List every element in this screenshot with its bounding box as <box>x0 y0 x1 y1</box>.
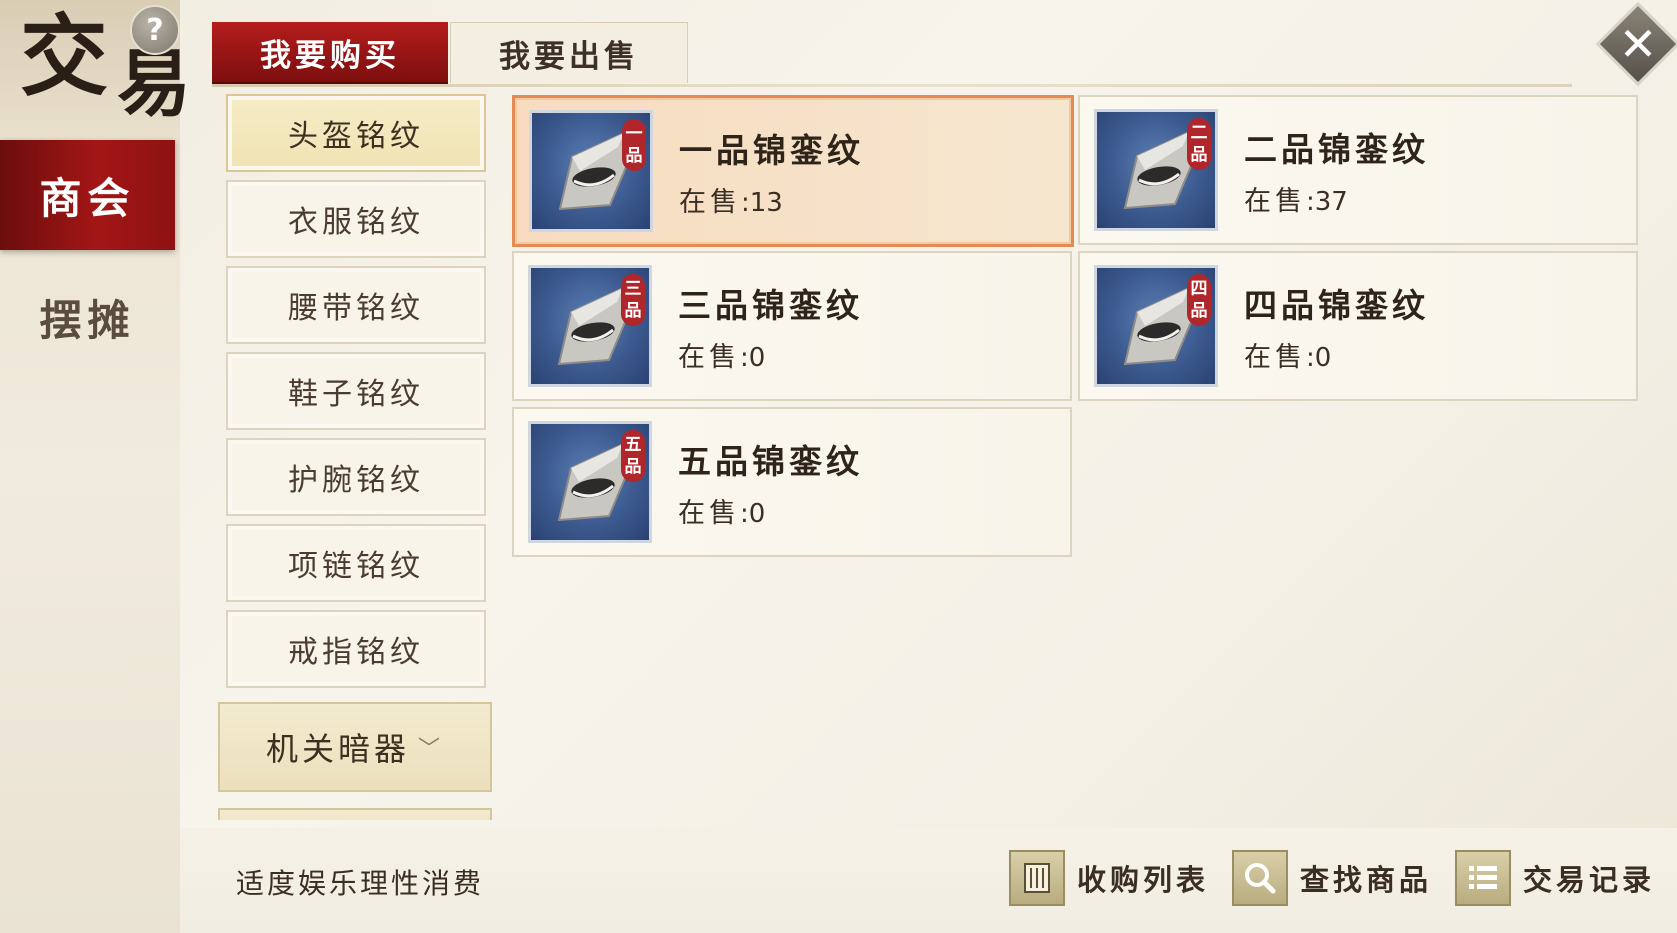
category-label: 项链铭纹 <box>288 549 424 584</box>
category-group-next[interactable] <box>218 808 492 820</box>
category-group-hidden-weapons[interactable]: 机关暗器 ﹀ <box>218 702 492 792</box>
item-sale-count: 在售:37 <box>1244 186 1348 217</box>
trade-record-button[interactable]: 交易记录 <box>1455 848 1655 908</box>
category-item-bracer[interactable]: 护腕铭纹 <box>226 438 486 516</box>
item-name: 一品锦銮纹 <box>679 131 864 170</box>
action-label: 收购列表 <box>1077 863 1210 897</box>
item-name: 二品锦銮纹 <box>1244 130 1429 169</box>
category-label: 头盔铭纹 <box>288 119 424 154</box>
help-button[interactable]: ? <box>130 5 180 55</box>
close-icon: ✕ <box>1618 17 1658 71</box>
title-char-1: 交 <box>20 4 109 108</box>
item-card[interactable]: 一品 一品锦銮纹 在售:13 <box>512 95 1074 247</box>
close-button[interactable]: ✕ <box>1595 1 1677 87</box>
category-label: 鞋子铭纹 <box>288 377 424 412</box>
item-sale-count: 在售:13 <box>679 187 783 218</box>
category-label: 衣服铭纹 <box>288 205 424 240</box>
inscription-item-icon: 一品 <box>529 110 653 232</box>
category-item-clothes[interactable]: 衣服铭纹 <box>226 180 486 258</box>
category-item-shoes[interactable]: 鞋子铭纹 <box>226 352 486 430</box>
item-card[interactable]: 二品 二品锦銮纹 在售:37 <box>1078 95 1638 245</box>
grade-badge: 五品 <box>621 430 645 482</box>
category-label: 戒指铭纹 <box>288 635 424 670</box>
category-label: 护腕铭纹 <box>288 463 424 498</box>
inscription-item-icon: 五品 <box>528 421 652 543</box>
grade-badge: 二品 <box>1187 118 1211 170</box>
item-card[interactable]: 四品 四品锦銮纹 在售:0 <box>1078 251 1638 401</box>
item-name: 三品锦銮纹 <box>678 286 863 325</box>
item-sale-count: 在售:0 <box>1244 342 1332 373</box>
item-card[interactable]: 三品 三品锦銮纹 在售:0 <box>512 251 1072 401</box>
item-card[interactable]: 五品 五品锦銮纹 在售:0 <box>512 407 1072 557</box>
category-list: 头盔铭纹 衣服铭纹 腰带铭纹 鞋子铭纹 护腕铭纹 项链铭纹 戒指铭纹 机关暗器 … <box>214 90 494 820</box>
category-item-necklace[interactable]: 项链铭纹 <box>226 524 486 602</box>
category-group-label: 机关暗器 <box>265 730 410 768</box>
item-name: 五品锦銮纹 <box>678 442 863 481</box>
list-icon <box>1455 850 1511 906</box>
health-notice: 适度娱乐理性消费 <box>236 867 485 900</box>
category-item-belt[interactable]: 腰带铭纹 <box>226 266 486 344</box>
action-label: 交易记录 <box>1523 863 1656 897</box>
category-label: 腰带铭纹 <box>288 291 424 326</box>
search-goods-button[interactable]: 查找商品 <box>1232 848 1432 908</box>
tab-buy[interactable]: 我要购买 <box>212 22 448 86</box>
side-tab-stall[interactable]: 摆摊 <box>0 262 175 372</box>
side-tab-label: 摆摊 <box>39 295 136 345</box>
item-name: 四品锦銮纹 <box>1244 286 1429 325</box>
inscription-item-icon: 三品 <box>528 265 652 387</box>
side-tab-label: 商会 <box>39 173 136 223</box>
scroll-icon <box>1009 850 1065 906</box>
action-label: 查找商品 <box>1300 863 1433 897</box>
grade-badge: 四品 <box>1187 274 1211 326</box>
category-item-helmet[interactable]: 头盔铭纹 <box>226 94 486 172</box>
help-icon: ? <box>146 12 164 48</box>
purchase-list-button[interactable]: 收购列表 <box>1009 848 1209 908</box>
category-item-ring[interactable]: 戒指铭纹 <box>226 610 486 688</box>
chevron-down-icon: ﹀ <box>418 737 445 762</box>
inscription-item-icon: 二品 <box>1094 109 1218 231</box>
tab-label: 我要购买 <box>260 37 400 74</box>
side-tab-guild[interactable]: 商会 <box>0 140 175 250</box>
search-icon <box>1232 850 1288 906</box>
tab-sell[interactable]: 我要出售 <box>450 22 688 83</box>
inscription-item-icon: 四品 <box>1094 265 1218 387</box>
tab-label: 我要出售 <box>499 38 639 75</box>
grade-badge: 三品 <box>621 274 645 326</box>
title-char-2: 易 <box>117 41 191 127</box>
tab-divider <box>212 84 1572 87</box>
item-sale-count: 在售:0 <box>678 498 766 529</box>
item-sale-count: 在售:0 <box>678 342 766 373</box>
grade-badge: 一品 <box>622 119 646 171</box>
